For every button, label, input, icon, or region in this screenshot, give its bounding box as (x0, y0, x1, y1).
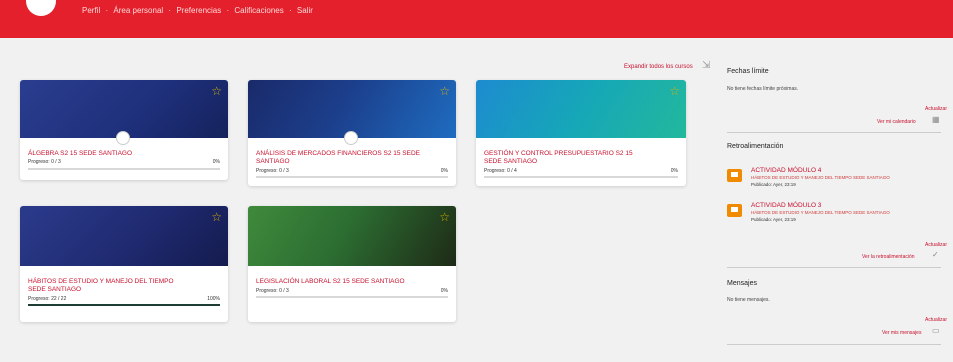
expand-all-courses-link[interactable]: Expandir todos los cursos (624, 64, 693, 70)
view-messages-link[interactable]: Ver mis mensajes (882, 330, 921, 336)
calendar-icon[interactable]: ▦ (932, 115, 940, 124)
feedback-date: Publicado: Ayer, 23:19 (751, 217, 796, 222)
deadlines-update-link[interactable]: Actualizar (925, 106, 947, 112)
deadlines-title: Fechas límite (727, 68, 769, 75)
separator: · (288, 6, 292, 15)
progress-label: Progreso: 22 / 22 (28, 296, 67, 302)
feedback-activity-name[interactable]: ACTIVIDAD MÓDULO 3 (751, 202, 821, 209)
course-progress-circle (344, 131, 358, 145)
course-title[interactable]: ÁLGEBRA S2 15 SEDE SANTIAGO (28, 150, 220, 158)
feedback-update-link[interactable]: Actualizar (925, 242, 947, 248)
assignment-icon (727, 169, 742, 182)
progress-percent: 0% (670, 168, 678, 174)
separator: · (226, 6, 230, 15)
progress-percent: 0% (440, 168, 448, 174)
feedback-block: Retroalimentación (727, 143, 947, 150)
separator: · (168, 6, 172, 15)
star-icon[interactable]: ☆ (669, 84, 680, 98)
feedback-activity-name[interactable]: ACTIVIDAD MÓDULO 4 (751, 167, 821, 174)
progress-percent: 0% (212, 159, 220, 165)
course-banner (476, 80, 686, 138)
feedback-item[interactable]: ACTIVIDAD MÓDULO 3 HÁBITOS DE ESTUDIO Y … (727, 202, 941, 236)
logo[interactable] (26, 0, 56, 16)
right-sidebar: Fechas límite No tiene fechas límite pró… (717, 38, 953, 362)
progress-label: Progreso: 0 / 3 (256, 168, 289, 174)
feedback-course-name[interactable]: HÁBITOS DE ESTUDIO Y MANEJO DEL TIEMPO S… (751, 210, 890, 215)
divider (727, 267, 941, 268)
top-navigation-bar: Perfil · Área personal · Preferencias · … (0, 0, 953, 38)
breadcrumb: Perfil · Área personal · Preferencias · … (82, 6, 316, 15)
star-icon[interactable]: ☆ (439, 210, 450, 224)
nav-link-profile[interactable]: Perfil (82, 6, 100, 15)
progress-label: Progreso: 0 / 3 (256, 288, 289, 294)
progress-bar (28, 304, 220, 306)
feedback-date: Publicado: Ayer, 23:19 (751, 182, 796, 187)
feedback-item[interactable]: ACTIVIDAD MÓDULO 4 HÁBITOS DE ESTUDIO Y … (727, 167, 941, 201)
divider (727, 132, 941, 133)
feedback-course-name[interactable]: HÁBITOS DE ESTUDIO Y MANEJO DEL TIEMPO S… (751, 175, 890, 180)
course-progress-circle (116, 131, 130, 145)
progress-label: Progreso: 0 / 4 (484, 168, 517, 174)
view-calendar-link[interactable]: Ver mi calendario (877, 119, 916, 125)
course-banner (248, 206, 456, 266)
course-banner (248, 80, 456, 138)
course-card[interactable]: ☆ LEGISLACIÓN LABORAL S2 15 SEDE SANTIAG… (248, 206, 456, 322)
progress-bar (28, 168, 220, 170)
star-icon[interactable]: ☆ (211, 84, 222, 98)
nav-link-preferences[interactable]: Preferencias (176, 6, 221, 15)
nav-link-logout[interactable]: Salir (297, 6, 313, 15)
progress-fill (28, 304, 220, 306)
course-title[interactable]: HÁBITOS DE ESTUDIO Y MANEJO DEL TIEMPO S… (28, 278, 188, 294)
assignment-icon (727, 204, 742, 217)
deadlines-text: No tiene fechas límite próximas. (727, 86, 799, 92)
course-title[interactable]: LEGISLACIÓN LABORAL S2 15 SEDE SANTIAGO (256, 278, 448, 286)
messages-update-link[interactable]: Actualizar (925, 317, 947, 323)
course-banner (20, 80, 228, 138)
progress-bar (256, 176, 448, 178)
star-icon[interactable]: ☆ (211, 210, 222, 224)
course-card[interactable]: ☆ HÁBITOS DE ESTUDIO Y MANEJO DEL TIEMPO… (20, 206, 228, 322)
course-title[interactable]: GESTIÓN Y CONTROL PRESUPUESTARIO S2 15 S… (484, 150, 636, 166)
divider (727, 344, 941, 345)
course-card[interactable]: ☆ GESTIÓN Y CONTROL PRESUPUESTARIO S2 15… (476, 80, 686, 186)
course-card[interactable]: ☆ ÁLGEBRA S2 15 SEDE SANTIAGO Progreso: … (20, 80, 228, 180)
nav-link-grades[interactable]: Calificaciones (234, 6, 283, 15)
expand-icon[interactable]: ⇲ (702, 60, 710, 71)
deadlines-block: Fechas límite (727, 68, 947, 75)
messages-block: Mensajes (727, 280, 947, 287)
progress-bar (256, 296, 448, 298)
check-icon[interactable]: ✓ (932, 250, 939, 259)
star-icon[interactable]: ☆ (439, 84, 450, 98)
view-feedback-link[interactable]: Ver la retroalimentación (862, 254, 915, 260)
main-content: Expandir todos los cursos ⇲ ☆ ÁLGEBRA S2… (0, 38, 953, 362)
course-banner (20, 206, 228, 266)
nav-link-personal-area[interactable]: Área personal (113, 6, 163, 15)
course-title[interactable]: ANÁLISIS DE MERCADOS FINANCIEROS S2 15 S… (256, 150, 448, 166)
course-card[interactable]: ☆ ANÁLISIS DE MERCADOS FINANCIEROS S2 15… (248, 80, 456, 186)
separator: · (105, 6, 109, 15)
progress-percent: 100% (207, 296, 220, 302)
message-icon[interactable]: ▭ (932, 326, 940, 335)
messages-text: No tiene mensajes. (727, 297, 770, 303)
progress-percent: 0% (440, 288, 448, 294)
messages-title: Mensajes (727, 280, 757, 287)
feedback-title: Retroalimentación (727, 143, 784, 150)
progress-label: Progreso: 0 / 3 (28, 159, 61, 165)
progress-bar (484, 176, 678, 178)
